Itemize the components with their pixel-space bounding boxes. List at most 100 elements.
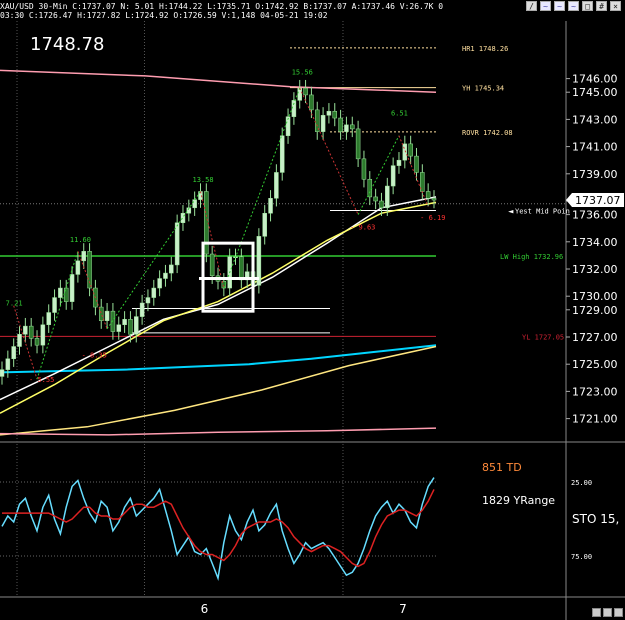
sto-line (2, 489, 435, 568)
candle-body (174, 222, 180, 266)
level-label: LW High 1732.96 (500, 253, 563, 261)
grid-icon[interactable]: # (596, 1, 607, 11)
square-icon[interactable]: □ (582, 1, 593, 11)
yrange-note: 1829 YRange (482, 494, 556, 507)
candle-body (145, 297, 151, 304)
candle-body (350, 124, 355, 130)
candle-body (169, 264, 174, 274)
td-note: 851 TD (482, 461, 522, 474)
scroll-left-icon[interactable] (592, 608, 601, 617)
line-draw-icon[interactable]: / (526, 1, 537, 11)
swing-label: 15.56 (292, 69, 313, 77)
level-label: HR1 1748.26 (462, 45, 508, 53)
swing-label: 7.21 (6, 300, 23, 308)
level-arrow: ◄ (508, 208, 514, 216)
candle-body (104, 310, 110, 321)
header-bar: XAU/USD 30-Min C:1737.07 N: 5.01 H:1744.… (0, 0, 625, 21)
candle-body (209, 253, 215, 277)
window-toolbar: / ~ ~ ~ □ # × (526, 1, 621, 11)
candle-body (116, 324, 122, 332)
candle-body (309, 94, 314, 111)
candle-body (414, 155, 419, 173)
candle-body (17, 334, 22, 347)
candle-body (58, 287, 63, 298)
candle-body (122, 319, 127, 326)
swing-label: - 8.35 (82, 351, 107, 359)
swing-label: 11.60 (70, 236, 91, 244)
candle-body (151, 287, 157, 298)
close-icon[interactable]: × (610, 1, 621, 11)
swing-line (223, 87, 301, 289)
swing-label: - 9.63 (350, 224, 375, 232)
level-label: ROVR 1742.08 (462, 129, 513, 137)
zoom-icon[interactable] (614, 608, 623, 617)
ma-line (0, 345, 437, 436)
swing-label: 13.58 (192, 176, 213, 184)
sto-axis-label: STO 15, (572, 512, 619, 526)
candle-body (5, 358, 11, 370)
candle-body (425, 191, 431, 199)
candle-body (23, 325, 28, 335)
candle-body (134, 316, 139, 335)
candle-body (390, 165, 396, 187)
price-chart[interactable]: 6 7 1746.001745.00 1743.00 1741.00 1739.00 173… (0, 21, 625, 620)
y-tick-label: 1745.00 (572, 86, 618, 99)
y-tick-label: 1725.00 (572, 358, 618, 371)
candle-body (63, 287, 69, 302)
indicator-icon[interactable]: ~ (554, 1, 565, 11)
candle-body (320, 115, 326, 132)
swing-line (36, 251, 79, 380)
candle-body (262, 212, 267, 237)
candle-body (52, 297, 57, 313)
y-tick-label: 1729.00 (572, 304, 618, 317)
sto-tick-label: 75.00 (571, 553, 592, 561)
candle-body (385, 185, 390, 209)
scroll-right-icon[interactable] (603, 608, 612, 617)
y-tick-label: 1732.00 (572, 263, 618, 276)
candle-body (157, 278, 162, 289)
x-tick-label: 6 (201, 602, 209, 616)
y-tick-label: 1723.00 (572, 385, 618, 398)
x-tick-label: 7 (399, 602, 407, 616)
indicator-icon[interactable]: ~ (540, 1, 551, 11)
level-label: YL 1727.05 (522, 333, 564, 341)
y-tick-label: 1734.00 (572, 236, 618, 249)
candle-body (69, 274, 75, 302)
candle-body (239, 256, 244, 281)
candle-body (361, 158, 367, 180)
y-tick-label: 1736.00 (572, 209, 618, 222)
y-tick-label: 1741.00 (572, 141, 618, 154)
swing-label: - 6.19 (420, 214, 445, 222)
candle-body (0, 369, 5, 377)
y-tick-label: 1721.00 (572, 413, 618, 426)
candle-body (274, 172, 279, 199)
candle-body (28, 325, 34, 339)
candle-body (268, 198, 273, 214)
candle-body (344, 124, 349, 132)
candle-body (139, 302, 145, 317)
big-price-display: 1748.78 (30, 34, 105, 55)
sto-tick-label: 25.00 (571, 479, 592, 487)
candle-body (373, 196, 378, 202)
y-tick-label: 1743.00 (572, 113, 618, 126)
candle-body (355, 128, 361, 160)
candle-body (75, 260, 81, 275)
y-tick-label: 1730.00 (572, 290, 618, 303)
indicator-icon[interactable]: ~ (568, 1, 579, 11)
candle-body (34, 338, 40, 346)
swing-label: 6.51 (391, 109, 408, 117)
y-tick-label: 1746.00 (572, 73, 618, 86)
y-tick-label: 1739.00 (572, 168, 618, 181)
candle-body (326, 110, 332, 116)
bar-info-line: 03:30 C:1726.47 H:1727.82 L:1724.92 O:17… (0, 11, 328, 20)
candle-body (431, 198, 437, 201)
candle-body (332, 110, 338, 119)
level-label: Yest Mid Poin (515, 208, 570, 216)
ma-line (0, 69, 437, 93)
y-tick-label: 1727.00 (572, 331, 618, 344)
candle-body (303, 87, 308, 96)
candle-body (279, 135, 285, 173)
candle-body (40, 324, 46, 346)
candle-body (163, 272, 168, 279)
swing-label: - 5.55 (29, 376, 54, 384)
